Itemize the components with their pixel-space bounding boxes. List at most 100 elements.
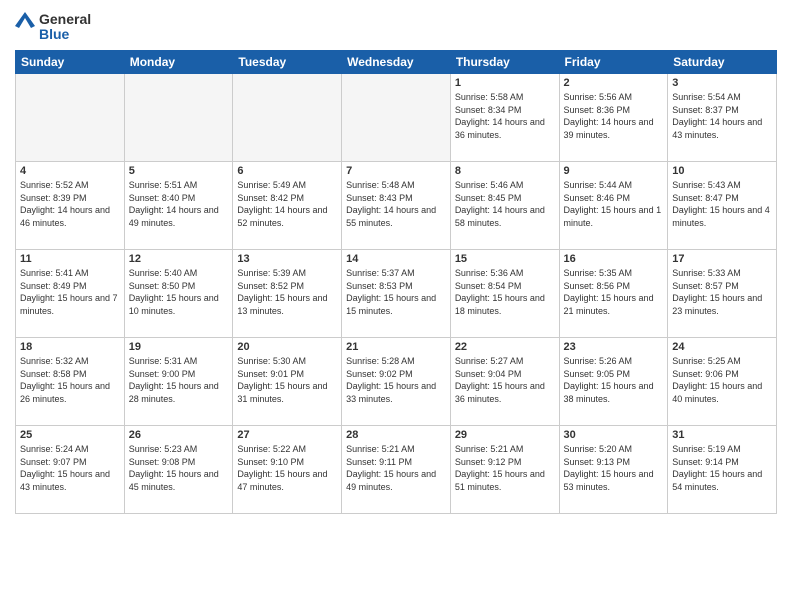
day-info: Sunrise: 5:23 AMSunset: 9:08 PMDaylight:… [129, 443, 229, 493]
calendar-cell: 4 Sunrise: 5:52 AMSunset: 8:39 PMDaylight… [16, 162, 125, 250]
calendar-cell: 19 Sunrise: 5:31 AMSunset: 9:00 PMDayligh… [124, 338, 233, 426]
day-info: Sunrise: 5:58 AMSunset: 8:34 PMDaylight:… [455, 91, 555, 141]
day-number: 21 [346, 341, 446, 353]
day-number: 17 [672, 253, 772, 265]
page: General Blue SundayMondayTuesdayWednesda… [0, 0, 792, 612]
calendar-table: SundayMondayTuesdayWednesdayThursdayFrid… [15, 50, 777, 514]
day-number: 25 [20, 429, 120, 441]
calendar-cell: 1 Sunrise: 5:58 AMSunset: 8:34 PMDaylight… [450, 74, 559, 162]
day-number: 1 [455, 77, 555, 89]
calendar-week-4: 25 Sunrise: 5:24 AMSunset: 9:07 PMDayligh… [16, 426, 777, 514]
calendar-cell: 22 Sunrise: 5:27 AMSunset: 9:04 PMDayligh… [450, 338, 559, 426]
day-info: Sunrise: 5:19 AMSunset: 9:14 PMDaylight:… [672, 443, 772, 493]
day-number: 9 [564, 165, 664, 177]
calendar-cell: 17 Sunrise: 5:33 AMSunset: 8:57 PMDayligh… [668, 250, 777, 338]
calendar-cell: 21 Sunrise: 5:28 AMSunset: 9:02 PMDayligh… [342, 338, 451, 426]
day-info: Sunrise: 5:33 AMSunset: 8:57 PMDaylight:… [672, 267, 772, 317]
calendar-header-sunday: Sunday [16, 51, 125, 74]
day-number: 26 [129, 429, 229, 441]
calendar-week-0: 1 Sunrise: 5:58 AMSunset: 8:34 PMDaylight… [16, 74, 777, 162]
calendar-cell: 8 Sunrise: 5:46 AMSunset: 8:45 PMDaylight… [450, 162, 559, 250]
day-info: Sunrise: 5:46 AMSunset: 8:45 PMDaylight:… [455, 179, 555, 229]
day-number: 23 [564, 341, 664, 353]
day-info: Sunrise: 5:49 AMSunset: 8:42 PMDaylight:… [237, 179, 337, 229]
day-number: 8 [455, 165, 555, 177]
day-info: Sunrise: 5:22 AMSunset: 9:10 PMDaylight:… [237, 443, 337, 493]
calendar-cell: 3Sunrise: 5:54 AMSunset: 8:37 PMDaylight… [668, 74, 777, 162]
day-info: Sunrise: 5:44 AMSunset: 8:46 PMDaylight:… [564, 179, 664, 229]
day-number: 20 [237, 341, 337, 353]
calendar-header-wednesday: Wednesday [342, 51, 451, 74]
day-info: Sunrise: 5:31 AMSunset: 9:00 PMDaylight:… [129, 355, 229, 405]
day-info: Sunrise: 5:41 AMSunset: 8:49 PMDaylight:… [20, 267, 120, 317]
calendar-cell: 25 Sunrise: 5:24 AMSunset: 9:07 PMDayligh… [16, 426, 125, 514]
day-info: Sunrise: 5:36 AMSunset: 8:54 PMDaylight:… [455, 267, 555, 317]
calendar-cell [124, 74, 233, 162]
day-number: 15 [455, 253, 555, 265]
day-info: Sunrise: 5:32 AMSunset: 8:58 PMDaylight:… [20, 355, 120, 405]
day-info: Sunrise: 5:25 AMSunset: 9:06 PMDaylight:… [672, 355, 772, 405]
calendar-cell [16, 74, 125, 162]
day-info: Sunrise: 5:56 AMSunset: 8:36 PMDaylight:… [564, 91, 664, 141]
day-number: 24 [672, 341, 772, 353]
calendar-cell: 14Sunrise: 5:37 AMSunset: 8:53 PMDayligh… [342, 250, 451, 338]
day-info: Sunrise: 5:20 AMSunset: 9:13 PMDaylight:… [564, 443, 664, 493]
day-number: 16 [564, 253, 664, 265]
day-info: Sunrise: 5:21 AMSunset: 9:11 PMDaylight:… [346, 443, 446, 493]
calendar-cell: 27 Sunrise: 5:22 AMSunset: 9:10 PMDayligh… [233, 426, 342, 514]
calendar-cell: 7Sunrise: 5:48 AMSunset: 8:43 PMDaylight… [342, 162, 451, 250]
day-number: 30 [564, 429, 664, 441]
calendar-cell: 9 Sunrise: 5:44 AMSunset: 8:46 PMDaylight… [559, 162, 668, 250]
calendar-cell: 2Sunrise: 5:56 AMSunset: 8:36 PMDaylight… [559, 74, 668, 162]
day-info: Sunrise: 5:43 AMSunset: 8:47 PMDaylight:… [672, 179, 772, 229]
day-number: 19 [129, 341, 229, 353]
calendar-cell: 29 Sunrise: 5:21 AMSunset: 9:12 PMDayligh… [450, 426, 559, 514]
day-number: 12 [129, 253, 229, 265]
calendar-header-friday: Friday [559, 51, 668, 74]
calendar-week-1: 4 Sunrise: 5:52 AMSunset: 8:39 PMDaylight… [16, 162, 777, 250]
day-info: Sunrise: 5:28 AMSunset: 9:02 PMDaylight:… [346, 355, 446, 405]
calendar-cell: 10 Sunrise: 5:43 AMSunset: 8:47 PMDayligh… [668, 162, 777, 250]
day-number: 28 [346, 429, 446, 441]
logo-general-text: General [39, 12, 91, 27]
calendar-cell [342, 74, 451, 162]
calendar-week-3: 18Sunrise: 5:32 AMSunset: 8:58 PMDayligh… [16, 338, 777, 426]
day-info: Sunrise: 5:39 AMSunset: 8:52 PMDaylight:… [237, 267, 337, 317]
calendar-cell: 23Sunrise: 5:26 AMSunset: 9:05 PMDayligh… [559, 338, 668, 426]
calendar-cell: 24 Sunrise: 5:25 AMSunset: 9:06 PMDayligh… [668, 338, 777, 426]
calendar-header-tuesday: Tuesday [233, 51, 342, 74]
day-number: 22 [455, 341, 555, 353]
day-info: Sunrise: 5:30 AMSunset: 9:01 PMDaylight:… [237, 355, 337, 405]
day-info: Sunrise: 5:35 AMSunset: 8:56 PMDaylight:… [564, 267, 664, 317]
calendar-cell: 5 Sunrise: 5:51 AMSunset: 8:40 PMDaylight… [124, 162, 233, 250]
day-number: 11 [20, 253, 120, 265]
calendar-cell: 16 Sunrise: 5:35 AMSunset: 8:56 PMDayligh… [559, 250, 668, 338]
calendar-cell: 11 Sunrise: 5:41 AMSunset: 8:49 PMDayligh… [16, 250, 125, 338]
calendar-header-thursday: Thursday [450, 51, 559, 74]
calendar-cell: 31Sunrise: 5:19 AMSunset: 9:14 PMDayligh… [668, 426, 777, 514]
day-info: Sunrise: 5:27 AMSunset: 9:04 PMDaylight:… [455, 355, 555, 405]
day-info: Sunrise: 5:51 AMSunset: 8:40 PMDaylight:… [129, 179, 229, 229]
calendar-cell: 13 Sunrise: 5:39 AMSunset: 8:52 PMDayligh… [233, 250, 342, 338]
calendar-cell: 30 Sunrise: 5:20 AMSunset: 9:13 PMDayligh… [559, 426, 668, 514]
calendar-cell: 15 Sunrise: 5:36 AMSunset: 8:54 PMDayligh… [450, 250, 559, 338]
day-info: Sunrise: 5:24 AMSunset: 9:07 PMDaylight:… [20, 443, 120, 493]
day-number: 4 [20, 165, 120, 177]
calendar-cell: 18Sunrise: 5:32 AMSunset: 8:58 PMDayligh… [16, 338, 125, 426]
logo-text: General Blue [39, 12, 91, 43]
calendar-header-row: SundayMondayTuesdayWednesdayThursdayFrid… [16, 51, 777, 74]
day-number: 6 [237, 165, 337, 177]
calendar-cell: 20 Sunrise: 5:30 AMSunset: 9:01 PMDayligh… [233, 338, 342, 426]
day-info: Sunrise: 5:48 AMSunset: 8:43 PMDaylight:… [346, 179, 446, 229]
day-number: 5 [129, 165, 229, 177]
day-number: 10 [672, 165, 772, 177]
logo-blue-text: Blue [39, 27, 91, 42]
day-number: 27 [237, 429, 337, 441]
day-number: 13 [237, 253, 337, 265]
calendar-cell: 26 Sunrise: 5:23 AMSunset: 9:08 PMDayligh… [124, 426, 233, 514]
day-info: Sunrise: 5:21 AMSunset: 9:12 PMDaylight:… [455, 443, 555, 493]
day-info: Sunrise: 5:52 AMSunset: 8:39 PMDaylight:… [20, 179, 120, 229]
day-info: Sunrise: 5:54 AMSunset: 8:37 PMDaylight:… [672, 91, 772, 141]
day-number: 29 [455, 429, 555, 441]
day-number: 14 [346, 253, 446, 265]
